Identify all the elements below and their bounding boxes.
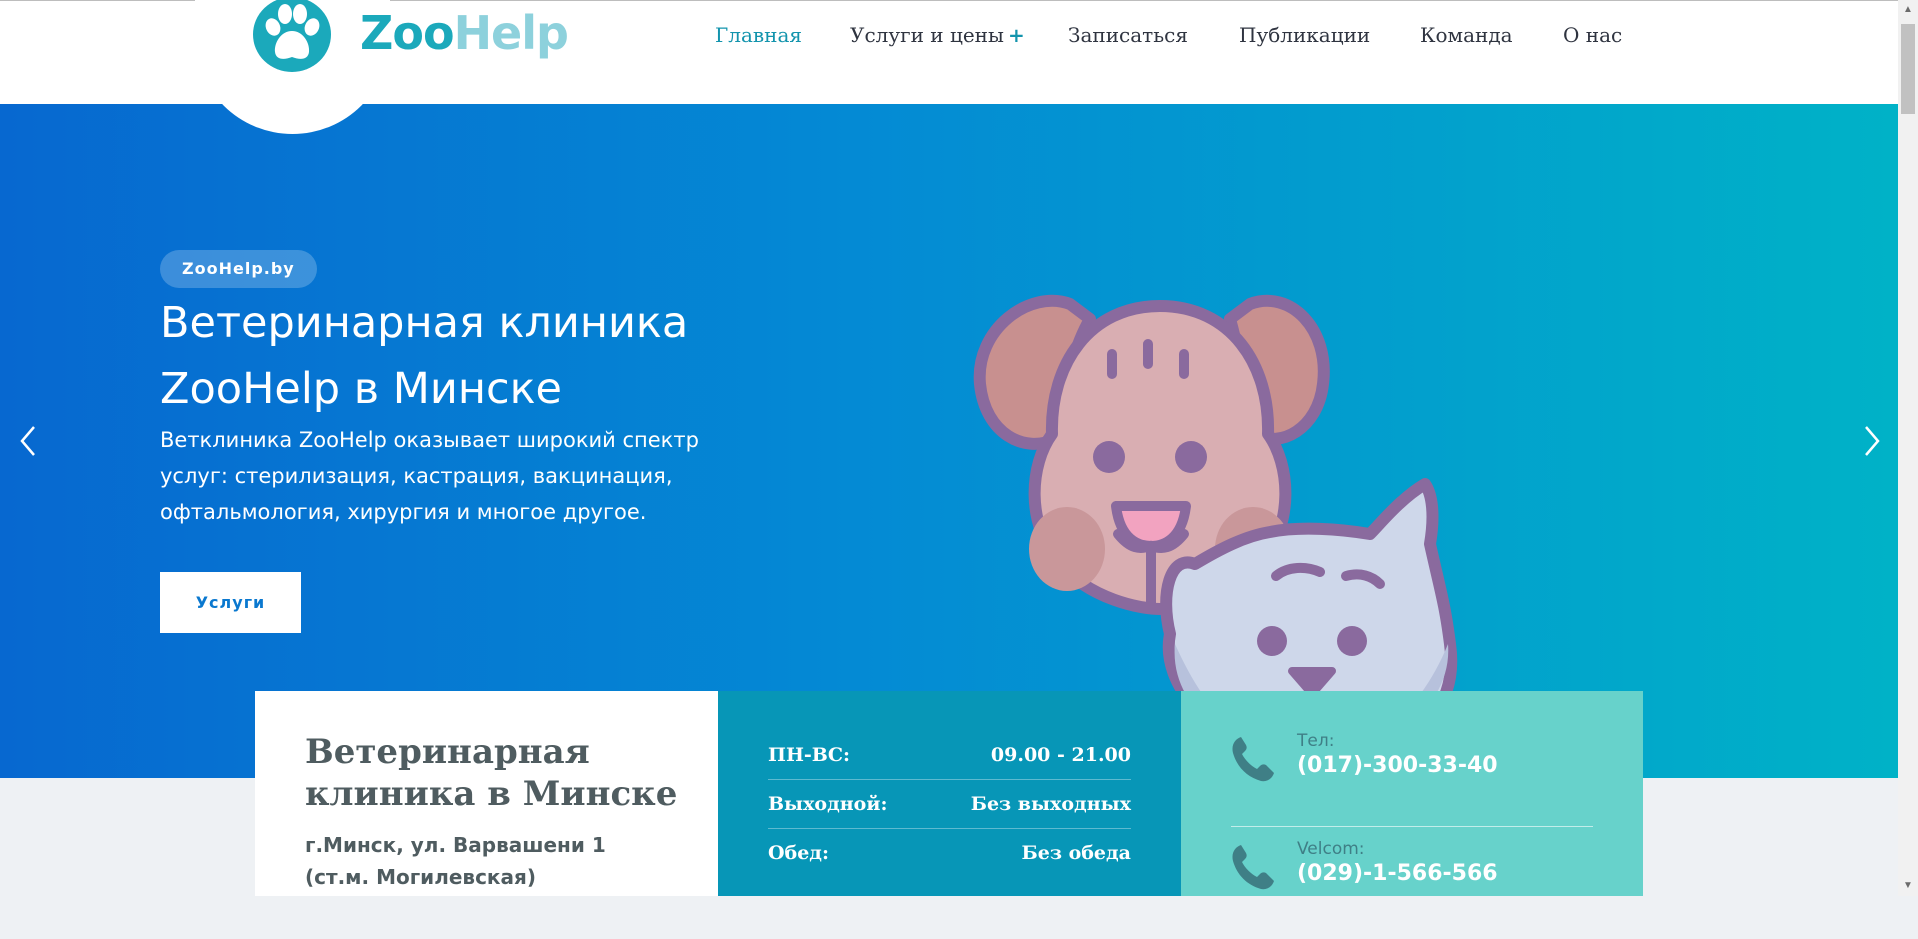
nav-item-home[interactable]: Главная [715,23,802,47]
nav-item-team[interactable]: Команда [1420,23,1513,47]
plus-icon: + [1007,23,1025,47]
hours-row: ПН-ВС: 09.00 - 21.00 [768,731,1131,780]
hero-description: Ветклиника ZooHelp оказывает широкий спе… [160,428,699,524]
working-hours-panel: ПН-ВС: 09.00 - 21.00 Выходной: Без выход… [718,691,1181,896]
hours-row: Обед: Без обеда [768,829,1131,877]
hours-value: 09.00 - 21.00 [990,744,1131,766]
phone-label: Velcom: [1297,839,1365,859]
nav-item-publications[interactable]: Публикации [1239,23,1370,47]
phone-number[interactable]: (029)-1-566-566 [1297,861,1498,886]
phone-row: Тел: (017)-300-33-40 [1231,731,1593,827]
hours-value: Без обеда [1021,842,1131,864]
nav-item-services[interactable]: Услуги и цены + [850,23,1025,47]
hours-label: ПН-ВС: [768,744,850,766]
brand-name-part2: Help [453,6,569,60]
clinic-address: г.Минск, ул. Варвашени 1 (ст.м. Могилевс… [305,833,606,889]
phone-label: Тел: [1297,731,1335,751]
scroll-down-icon[interactable]: ▼ [1898,876,1918,896]
chevron-right-icon[interactable] [1858,419,1888,463]
phone-number[interactable]: (017)-300-33-40 [1297,753,1498,778]
nav-item-about[interactable]: О нас [1563,23,1622,47]
hours-label: Выходной: [768,793,888,815]
phones-panel: Тел: (017)-300-33-40 Velcom: (029)-1-566… [1181,691,1643,896]
hero-badge: ZooHelp.by [160,250,317,288]
paw-icon[interactable] [253,0,331,72]
hours-row: Выходной: Без выходных [768,780,1131,829]
brand-logo[interactable]: ZooHelp [360,6,569,60]
hours-value: Без выходных [970,793,1131,815]
clinic-info-panel: Ветеринарная клиника в Минске г.Минск, у… [255,691,718,896]
phone-icon [1232,845,1274,890]
brand-name-part1: Zoo [360,6,455,60]
hero-slider: ZooHelp.by Ветеринарная клиника ZooHelp … [0,104,1898,778]
hours-label: Обед: [768,842,829,864]
phone-icon [1232,737,1274,782]
nav-item-appointment[interactable]: Записаться [1068,23,1188,47]
clinic-info-title: Ветеринарная клиника в Минске [305,732,678,814]
nav-item-services-label: Услуги и цены [850,23,1004,47]
services-button[interactable]: Услуги [160,572,301,633]
page-scrollbar[interactable]: ▲ ▼ [1898,0,1918,896]
scrollbar-thumb[interactable] [1901,24,1915,114]
scroll-up-icon[interactable]: ▲ [1898,0,1918,20]
dog-and-cat-illustration [973,294,1458,694]
hero-title: Ветеринарная клиника ZooHelp в Минске [160,298,689,414]
chevron-left-icon[interactable] [12,419,42,463]
phone-row: Velcom: (029)-1-566-566 [1231,839,1593,939]
